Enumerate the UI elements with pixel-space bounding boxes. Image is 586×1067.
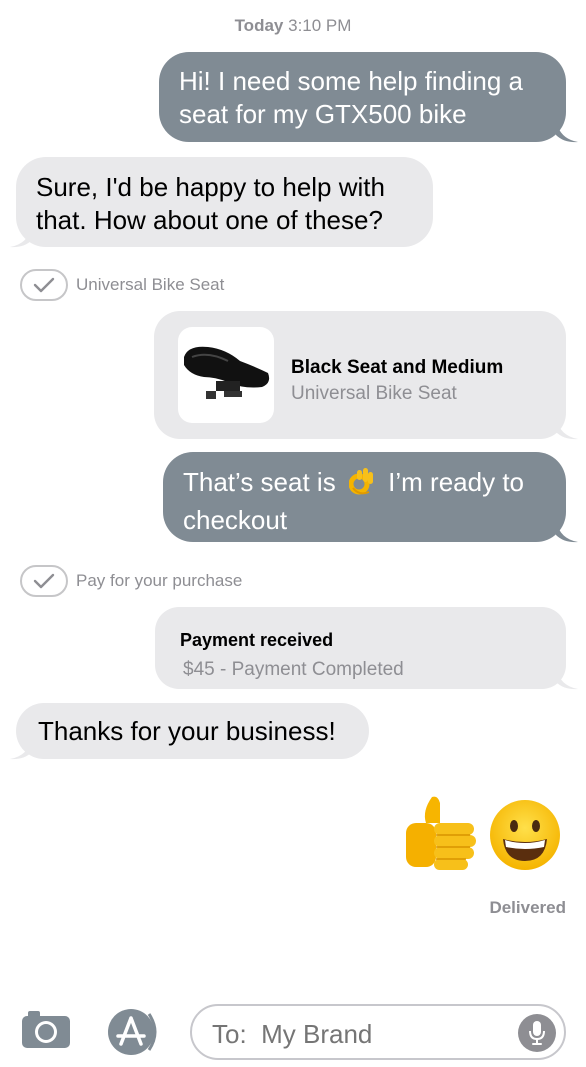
message-2-line-2: that. How about one of these? — [36, 205, 383, 235]
outgoing-tail-3 — [556, 521, 578, 543]
conversation-timestamp: Today 3:10 PM — [0, 16, 586, 36]
message-input[interactable] — [212, 1019, 512, 1050]
product-card-subtitle: Universal Bike Seat — [291, 383, 457, 404]
incoming-message-4[interactable]: Thanks for your business! — [16, 703, 369, 759]
outgoing-message-1[interactable]: Hi! I need some help finding a seat for … — [159, 52, 566, 142]
bike-seat-image — [178, 327, 274, 423]
outgoing-tail-1 — [556, 121, 578, 143]
payment-check-label: Pay for your purchase — [76, 571, 243, 590]
message-3-line-1: That’s seat is I’m ready to — [183, 466, 546, 504]
microphone-icon[interactable] — [518, 1014, 556, 1052]
camera-icon[interactable] — [20, 1008, 72, 1055]
message-input-box[interactable] — [190, 1004, 566, 1060]
message-3-line-2: checkout — [183, 505, 288, 535]
grinning-face-emoji[interactable] — [489, 799, 561, 876]
payment-check-row: Pay for your purchase — [20, 564, 242, 598]
incoming-message-2[interactable]: Sure, I'd be happy to help with that. Ho… — [16, 157, 433, 247]
incoming-tail-2 — [10, 226, 32, 248]
payment-card[interactable]: Payment received $45 - Payment Completed — [155, 607, 566, 689]
product-check-row: Universal Bike Seat — [20, 268, 224, 302]
message-3-text-a: That’s seat is — [183, 467, 336, 497]
message-2-line-1: Sure, I'd be happy to help with — [36, 172, 385, 202]
message-4-text: Thanks for your business! — [38, 716, 336, 746]
message-1-line-1: Hi! I need some help finding a — [179, 66, 523, 96]
incoming-tail-4 — [10, 738, 32, 760]
checkmark-icon — [20, 565, 68, 597]
app-store-icon[interactable] — [105, 1006, 161, 1063]
message-3-text-b: I’m ready to — [388, 467, 524, 497]
message-1-line-2: seat for my GTX500 bike — [179, 99, 467, 129]
outgoing-message-3[interactable]: That’s seat is I’m ready to checkout — [163, 452, 566, 542]
product-card[interactable]: Black Seat and Medium Universal Bike Sea… — [154, 311, 566, 439]
payment-card-subtitle: $45 - Payment Completed — [183, 659, 404, 680]
thumbs-up-emoji[interactable] — [404, 793, 482, 878]
card-tail-1 — [556, 418, 578, 440]
ok-hand-emoji — [348, 466, 375, 504]
card-tail-2 — [556, 668, 578, 690]
checkmark-icon — [20, 269, 68, 301]
timestamp-day: Today — [234, 16, 284, 35]
delivered-status: Delivered — [489, 898, 566, 917]
product-check-label: Universal Bike Seat — [76, 275, 225, 294]
timestamp-time: 3:10 PM — [288, 16, 352, 35]
